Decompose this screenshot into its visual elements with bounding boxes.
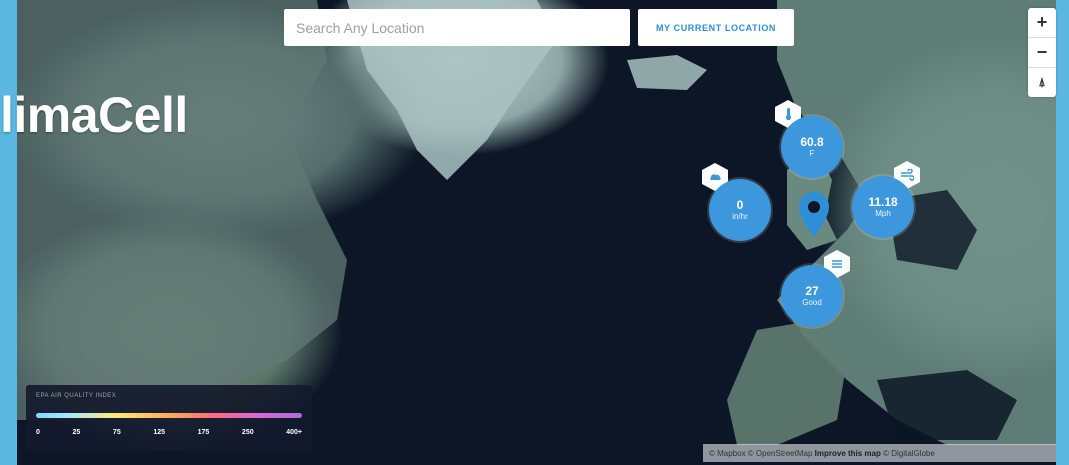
legend-color-bar <box>36 413 302 418</box>
precipitation-unit: in/hr <box>732 212 748 221</box>
attribution-extra: © DigitalGlobe <box>883 448 935 458</box>
zoom-controls: + − ⍋ <box>1028 8 1056 97</box>
app-title: limaCell <box>0 87 188 143</box>
legend-tick: 0 <box>36 429 40 436</box>
legend-tick: 125 <box>153 429 166 436</box>
legend-tick: 400+ <box>286 429 302 436</box>
attribution-text: © Mapbox © OpenStreetMap <box>709 448 813 458</box>
precipitation-value: 0 <box>736 198 744 212</box>
map-attribution: © Mapbox © OpenStreetMap Improve this ma… <box>703 444 1056 462</box>
wind-value: 11.18 <box>868 195 898 209</box>
air-quality-unit: Good <box>802 298 822 307</box>
zoom-in-button[interactable]: + <box>1028 8 1056 38</box>
precipitation-bubble[interactable]: 0 in/hr <box>709 179 771 241</box>
my-current-location-button[interactable]: MY CURRENT LOCATION <box>638 9 794 46</box>
legend-tick: 250 <box>241 429 254 436</box>
air-quality-value: 27 <box>805 284 819 298</box>
compass-reset-button[interactable]: ⍋ <box>1028 68 1056 97</box>
air-quality-bubble[interactable]: 27 Good <box>781 265 843 327</box>
air-quality-legend: EPA AIR QUALITY INDEX 0 25 75 125 175 25… <box>26 385 312 451</box>
wind-unit: Mph <box>875 209 891 218</box>
legend-tick: 75 <box>112 429 121 436</box>
legend-title: EPA AIR QUALITY INDEX <box>36 393 117 399</box>
temperature-unit: F <box>809 149 815 158</box>
temperature-bubble[interactable]: 60.8 F <box>781 116 843 178</box>
wind-bubble[interactable]: 11.18 Mph <box>852 176 914 238</box>
temperature-value: 60.8 <box>800 135 824 149</box>
legend-tick: 25 <box>72 429 81 436</box>
zoom-out-button[interactable]: − <box>1028 38 1056 68</box>
legend-tick: 175 <box>197 429 210 436</box>
search-input[interactable] <box>284 9 630 46</box>
legend-ticks: 0 25 75 125 175 250 400+ <box>36 429 302 436</box>
location-pin-icon[interactable] <box>797 190 831 240</box>
improve-map-link[interactable]: Improve this map <box>815 449 881 458</box>
